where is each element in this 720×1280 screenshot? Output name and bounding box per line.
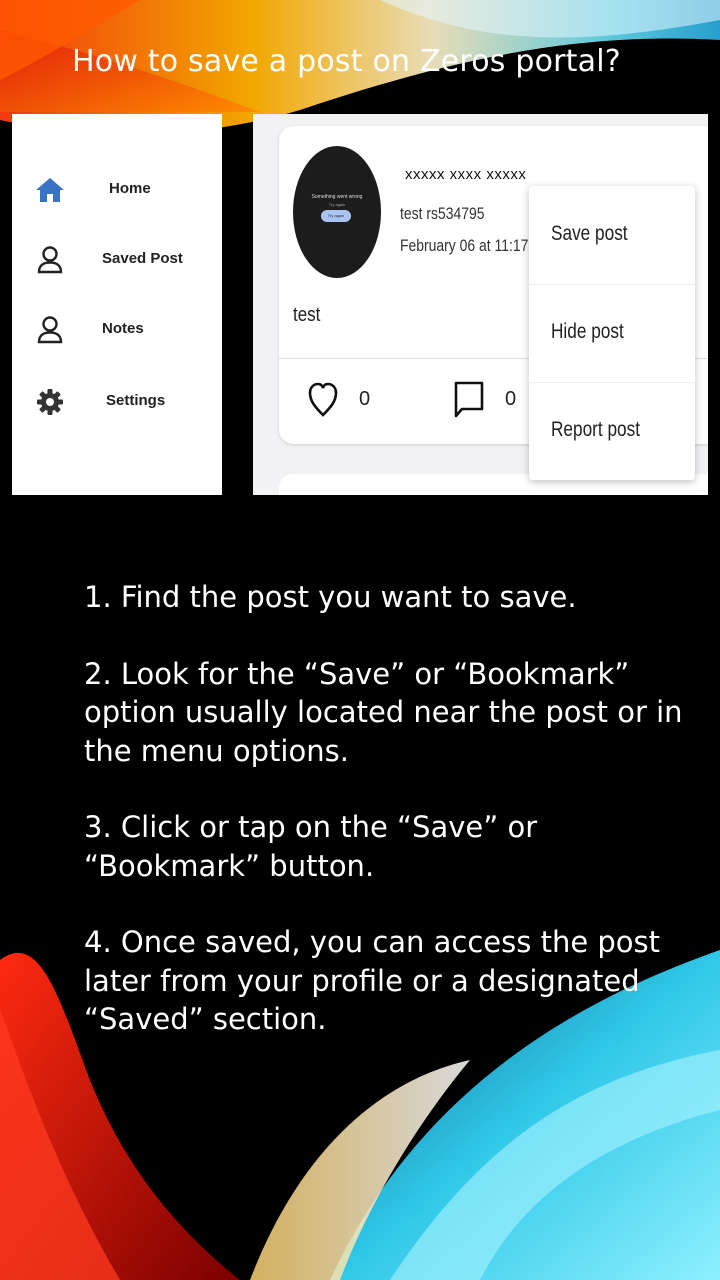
avatar-error-text: Something went wrong [311, 194, 363, 200]
heart-icon[interactable] [307, 378, 339, 420]
save-post-menu-item[interactable]: Save post [529, 186, 695, 285]
sidebar-item-notes[interactable]: Notes [12, 310, 222, 350]
sidebar-panel: Home Saved Post Notes Settings [12, 114, 222, 495]
comment-count: 0 [505, 388, 517, 410]
sidebar-item-label: Saved Post [102, 250, 183, 267]
post-author-name[interactable]: xxxxx xxxx xxxxx [405, 166, 526, 183]
post-date: February 06 at 11:17 A [400, 236, 541, 255]
sidebar-item-saved-post[interactable]: Saved Post [12, 240, 222, 280]
hide-post-menu-item[interactable]: Hide post [529, 284, 695, 383]
report-post-menu-item[interactable]: Report post [529, 382, 695, 480]
post-body: test [293, 304, 321, 326]
menu-item-label: Save post [551, 222, 628, 245]
step-4: 4. Once saved, you can access the post l… [84, 925, 661, 1036]
sidebar-item-home[interactable]: Home [12, 170, 222, 210]
sidebar-item-label: Notes [102, 320, 144, 337]
menu-item-label: Hide post [551, 320, 624, 343]
slide-title: How to save a post on Zeros portal? [72, 44, 621, 79]
step-3: 3. Click or tap on the “Save” or “Bookma… [84, 810, 538, 883]
home-icon [36, 178, 64, 202]
post-panel: Something went wrong Try again Try again… [253, 114, 708, 495]
instruction-steps: 1. Find the post you want to save. 2. Lo… [84, 578, 684, 1077]
gear-icon [37, 389, 63, 415]
step-1: 1. Find the post you want to save. [84, 580, 577, 614]
avatar[interactable]: Something went wrong Try again Try again [293, 146, 381, 278]
sidebar-item-settings[interactable]: Settings [12, 382, 222, 422]
menu-item-label: Report post [551, 418, 641, 441]
like-count: 0 [359, 388, 371, 410]
user-icon [37, 316, 63, 344]
step-2: 2. Look for the “Save” or “Bookmark” opt… [84, 656, 683, 768]
comment-icon[interactable] [453, 378, 485, 420]
user-icon [37, 246, 63, 274]
post-username: test rs534795 [400, 204, 485, 223]
sidebar-item-label: Settings [106, 392, 166, 409]
sidebar-item-label: Home [109, 180, 151, 197]
avatar-try-text: Try again [328, 202, 346, 207]
post-options-menu: Save post Hide post Report post [529, 186, 695, 480]
try-again-button[interactable]: Try again [321, 210, 351, 222]
